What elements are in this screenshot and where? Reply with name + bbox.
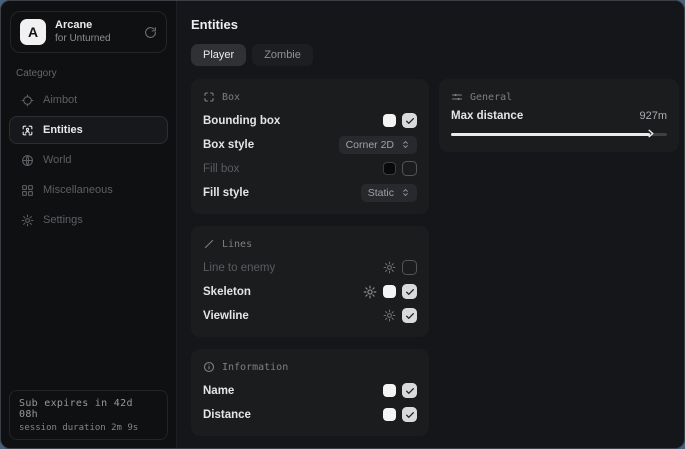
setting-row-line-to-enemy: Line to enemy xyxy=(203,257,417,278)
sub-expiry-text: Sub expires in 42d 08h xyxy=(19,398,158,420)
setting-label: Max distance xyxy=(451,110,523,122)
sidebar: A Arcane for Unturned Category Aimbot xyxy=(1,1,177,448)
page-title: Entities xyxy=(191,17,679,32)
sidebar-item-label: Aimbot xyxy=(43,94,77,106)
dropdown-value: Static xyxy=(368,187,394,199)
panel-title: Lines xyxy=(222,239,252,250)
globe-icon xyxy=(20,154,34,167)
setting-row-fill-style: Fill style Static xyxy=(203,182,417,203)
subscription-card: Sub expires in 42d 08h session duration … xyxy=(9,390,168,440)
app-window: A Arcane for Unturned Category Aimbot xyxy=(0,0,685,449)
setting-row-box-style: Box style Corner 2D xyxy=(203,134,417,155)
tab-bar: Player Zombie xyxy=(191,44,679,66)
session-duration-text: session duration 2m 9s xyxy=(19,423,158,433)
checkbox[interactable] xyxy=(402,407,417,422)
sidebar-item-entities[interactable]: Entities xyxy=(9,116,168,144)
setting-row-viewline: Viewline xyxy=(203,305,417,326)
app-subtitle: for Unturned xyxy=(55,33,111,46)
sidebar-item-label: World xyxy=(43,154,72,166)
setting-label: Viewline xyxy=(203,310,249,322)
chevrons-up-down-icon xyxy=(401,140,410,149)
tab-zombie[interactable]: Zombie xyxy=(252,44,313,66)
gear-icon xyxy=(20,214,34,227)
lines-panel: Lines Line to enemy xyxy=(191,226,429,337)
color-swatch[interactable] xyxy=(383,114,396,127)
sidebar-item-label: Miscellaneous xyxy=(43,184,113,196)
max-distance-value: 927m xyxy=(639,110,667,122)
tab-player[interactable]: Player xyxy=(191,44,246,66)
entity-scan-icon xyxy=(20,124,34,137)
box-panel: Box Bounding box Box style xyxy=(191,79,429,214)
information-panel: Information Name Distance xyxy=(191,349,429,436)
setting-label: Name xyxy=(203,385,234,397)
max-distance-slider[interactable] xyxy=(451,127,667,141)
panel-title: Information xyxy=(222,362,288,373)
gear-icon[interactable] xyxy=(383,309,396,322)
sidebar-item-aimbot[interactable]: Aimbot xyxy=(9,86,168,114)
color-swatch[interactable] xyxy=(383,408,396,421)
sidebar-nav: Aimbot Entities World xyxy=(9,86,168,234)
setting-row-fill-box: Fill box xyxy=(203,158,417,179)
sidebar-item-label: Entities xyxy=(43,124,83,136)
main-content: Entities Player Zombie Box xyxy=(177,1,685,448)
setting-label: Line to enemy xyxy=(203,262,275,274)
fill-style-dropdown[interactable]: Static xyxy=(361,184,417,202)
refresh-icon[interactable] xyxy=(144,26,157,39)
slider-thumb-arrow-icon[interactable] xyxy=(645,128,656,139)
crosshair-icon xyxy=(20,94,34,107)
box-style-dropdown[interactable]: Corner 2D xyxy=(339,136,417,154)
panel-title: Box xyxy=(222,92,240,103)
sliders-icon xyxy=(451,91,463,103)
logo-card: A Arcane for Unturned xyxy=(10,11,167,53)
panel-title: General xyxy=(470,92,512,103)
app-title: Arcane xyxy=(55,19,111,33)
setting-label: Skeleton xyxy=(203,286,251,298)
setting-row-bounding-box: Bounding box xyxy=(203,110,417,131)
checkbox[interactable] xyxy=(402,308,417,323)
category-label: Category xyxy=(16,68,161,79)
setting-label: Box style xyxy=(203,139,254,151)
color-swatch[interactable] xyxy=(383,285,396,298)
gear-icon[interactable] xyxy=(383,261,396,274)
checkbox[interactable] xyxy=(402,383,417,398)
setting-row-name: Name xyxy=(203,380,417,401)
general-panel: General Max distance 927m xyxy=(439,79,679,152)
info-icon xyxy=(203,361,215,373)
setting-label: Fill style xyxy=(203,187,249,199)
checkbox[interactable] xyxy=(402,284,417,299)
sidebar-item-label: Settings xyxy=(43,214,83,226)
checkbox[interactable] xyxy=(402,113,417,128)
setting-label: Fill box xyxy=(203,163,239,175)
setting-row-skeleton: Skeleton xyxy=(203,281,417,302)
box-corners-icon xyxy=(203,91,215,103)
checkbox[interactable] xyxy=(402,260,417,275)
sidebar-item-world[interactable]: World xyxy=(9,146,168,174)
dropdown-value: Corner 2D xyxy=(346,139,394,151)
setting-row-distance: Distance xyxy=(203,404,417,425)
diagonal-line-icon xyxy=(203,238,215,250)
color-swatch[interactable] xyxy=(383,384,396,397)
setting-row-max-distance: Max distance 927m xyxy=(451,110,667,122)
setting-label: Bounding box xyxy=(203,115,280,127)
gear-icon[interactable] xyxy=(363,285,377,299)
slider-fill xyxy=(451,133,650,136)
setting-label: Distance xyxy=(203,409,251,421)
color-swatch[interactable] xyxy=(383,162,396,175)
chevrons-up-down-icon xyxy=(401,188,410,197)
grid-icon xyxy=(20,184,34,197)
checkbox[interactable] xyxy=(402,161,417,176)
sidebar-item-miscellaneous[interactable]: Miscellaneous xyxy=(9,176,168,204)
app-logo: A xyxy=(20,19,46,45)
sidebar-item-settings[interactable]: Settings xyxy=(9,206,168,234)
